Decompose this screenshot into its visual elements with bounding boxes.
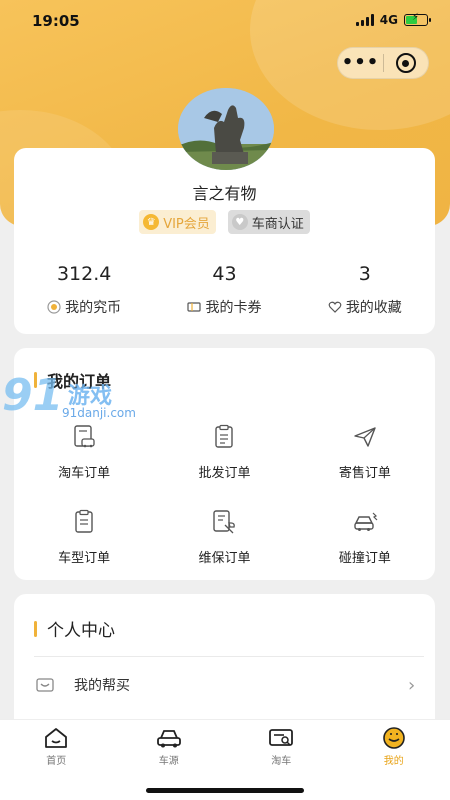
send-icon xyxy=(354,427,376,447)
order-label: 车型订单 xyxy=(58,551,111,566)
order-label: 淘车订单 xyxy=(58,466,111,481)
order-grid: 淘车订单 批发订单 寄售订单 车型订单 维保订单 碰撞订单 xyxy=(14,424,435,566)
order-label: 批发订单 xyxy=(198,466,251,481)
favorites-label: 我的收藏 xyxy=(345,300,402,316)
coupons-label: 我的卡券 xyxy=(205,300,262,316)
tab-label: 车源 xyxy=(158,756,179,767)
more-button[interactable]: ••• xyxy=(338,48,383,78)
basket-icon xyxy=(34,674,56,696)
order-label: 维保订单 xyxy=(198,551,251,566)
tab-home[interactable]: 首页 xyxy=(0,726,113,767)
order-item-consignment[interactable]: 寄售订单 xyxy=(295,424,435,481)
heart-badge-icon: ♥ xyxy=(231,214,248,230)
menu-item-help-buy[interactable]: 我的帮买 › xyxy=(34,668,424,702)
vip-badge-label: VIP会员 xyxy=(163,216,210,232)
chevron-right-icon: › xyxy=(408,674,416,696)
status-bar: 19:05 4G ⚡ xyxy=(0,0,450,44)
target-icon xyxy=(395,53,416,73)
avatar[interactable] xyxy=(178,88,274,170)
profile-card: 言之有物 ♛ VIP会员 ♥ 车商认证 312.4 我的究币 43 我的卡券 3 xyxy=(14,148,435,334)
personal-center-card: 个人中心 我的帮买 › xyxy=(14,594,435,734)
tab-label: 淘车 xyxy=(271,756,292,767)
tab-mine[interactable]: 我的 xyxy=(338,726,450,767)
badge-group: ♛ VIP会员 ♥ 车商认证 xyxy=(14,210,435,234)
tab-car-source[interactable]: 车源 xyxy=(113,726,226,767)
coins-value: 312.4 xyxy=(56,263,112,285)
dealer-badge-label: 车商认证 xyxy=(251,216,304,232)
stats-row: 312.4 我的究币 43 我的卡券 3 我的收藏 xyxy=(14,263,435,317)
tab-label: 首页 xyxy=(46,756,67,767)
ticket-icon xyxy=(187,302,202,312)
order-item-taoche[interactable]: 淘车订单 xyxy=(14,424,154,481)
close-miniprogram-button[interactable] xyxy=(384,48,428,78)
tab-bar: 首页 车源 淘车 我的 xyxy=(0,719,450,800)
crash-car-icon xyxy=(354,512,378,531)
wrench-document-icon xyxy=(213,510,236,534)
clipboard-icon xyxy=(75,509,93,533)
home-icon xyxy=(45,728,68,748)
order-item-collision[interactable]: 碰撞订单 xyxy=(295,509,435,566)
title-accent-bar xyxy=(34,620,37,637)
menu-item-label: 我的帮买 xyxy=(74,678,130,694)
search-car-icon xyxy=(269,729,294,746)
orders-card: 我的订单 淘车订单 批发订单 寄售订单 车型订单 维保订单 碰撞订单 xyxy=(14,348,435,580)
face-icon xyxy=(382,727,405,749)
vip-badge[interactable]: ♛ VIP会员 xyxy=(139,210,216,234)
stat-favorites[interactable]: 3 我的收藏 xyxy=(295,263,435,317)
network-type: 4G xyxy=(379,13,398,27)
status-indicators: 4G ⚡ xyxy=(355,12,431,27)
order-item-model[interactable]: 车型订单 xyxy=(14,509,154,566)
signal-icon xyxy=(355,14,374,26)
checklist-icon xyxy=(215,424,234,448)
tab-taoche[interactable]: 淘车 xyxy=(225,726,338,767)
coins-label: 我的究币 xyxy=(65,300,122,316)
tab-label: 我的 xyxy=(383,756,404,767)
title-accent-bar xyxy=(34,372,37,388)
personal-center-title: 个人中心 xyxy=(34,616,115,641)
orders-title-text: 我的订单 xyxy=(47,372,112,391)
battery-icon: ⚡ xyxy=(404,12,431,26)
order-label: 碰撞订单 xyxy=(338,551,391,566)
divider xyxy=(34,656,424,657)
personal-center-title-text: 个人中心 xyxy=(47,621,115,641)
orders-title: 我的订单 xyxy=(34,368,111,392)
coupons-value: 43 xyxy=(212,263,237,285)
dealer-certification-badge[interactable]: ♥ 车商认证 xyxy=(227,210,310,234)
car-icon xyxy=(156,730,181,748)
coin-icon xyxy=(47,300,61,314)
order-item-wholesale[interactable]: 批发订单 xyxy=(154,424,294,481)
heart-icon xyxy=(328,301,342,313)
miniprogram-capsule: ••• xyxy=(337,47,429,79)
status-time: 19:05 xyxy=(32,12,80,30)
car-document-icon xyxy=(74,425,95,448)
crown-icon: ♛ xyxy=(143,214,160,230)
order-label: 寄售订单 xyxy=(338,466,391,481)
username: 言之有物 xyxy=(192,184,257,203)
home-indicator xyxy=(146,788,304,793)
stat-coupons[interactable]: 43 我的卡券 xyxy=(154,263,294,317)
order-item-maintenance[interactable]: 维保订单 xyxy=(154,509,294,566)
favorites-value: 3 xyxy=(358,263,371,285)
stat-coins[interactable]: 312.4 我的究币 xyxy=(14,263,154,317)
